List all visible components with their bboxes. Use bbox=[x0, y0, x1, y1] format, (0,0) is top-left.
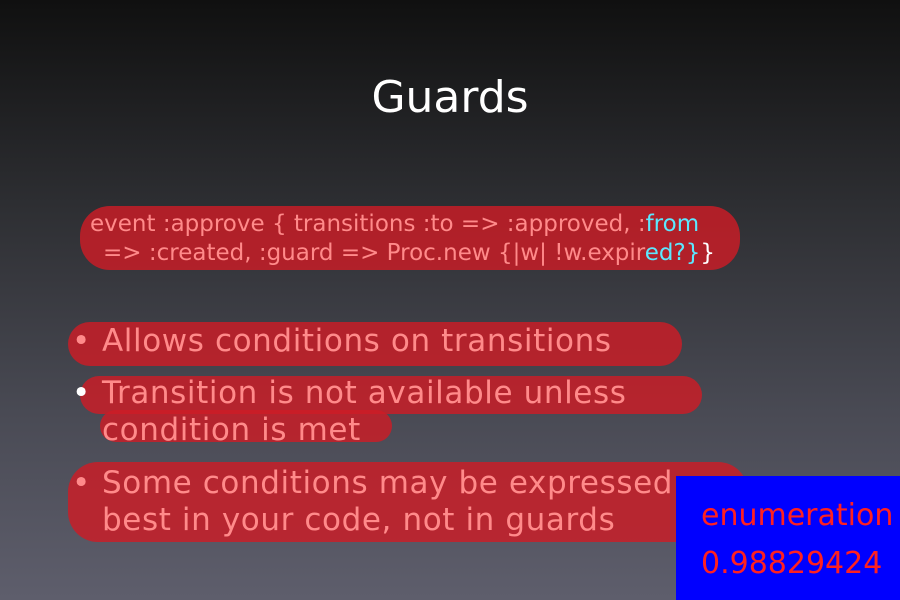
bullet-dot: • bbox=[72, 375, 91, 411]
bullet-text: Some conditions may be expressed bbox=[102, 465, 674, 501]
code-line-2: => :created, :guard => Proc.new {|w| !w.… bbox=[90, 239, 850, 268]
annotation-score: 0.98829424 bbox=[701, 546, 883, 581]
bullet-text-continued: condition is met bbox=[102, 412, 361, 448]
bullet-text: Allows conditions on transitions bbox=[102, 323, 612, 359]
code-line-1: event :approve { transitions :to => :app… bbox=[90, 210, 850, 239]
bullet-text: Transition is not available unless bbox=[102, 375, 627, 411]
bullet-dot: • bbox=[72, 323, 91, 359]
bullet-text-continued: best in your code, not in guards bbox=[102, 502, 616, 538]
annotation-label: enumeration bbox=[701, 498, 894, 533]
slide: Guards event :approve { transitions :to … bbox=[0, 0, 900, 600]
code-line-1-text: event :approve { transitions :to => :app… bbox=[90, 211, 646, 237]
code-line-2-end: } bbox=[700, 240, 715, 266]
code-line-2-text: => :created, :guard => Proc.new {|w| !w.… bbox=[103, 240, 645, 266]
code-line-1-tail: from bbox=[645, 211, 700, 237]
bullet-dot: • bbox=[72, 465, 91, 501]
slide-title: Guards bbox=[371, 72, 529, 123]
code-snippet: event :approve { transitions :to => :app… bbox=[90, 210, 850, 268]
code-line-2-tail: ed?} bbox=[644, 240, 701, 266]
annotation-label-box: enumeration 0.98829424 bbox=[676, 476, 900, 600]
